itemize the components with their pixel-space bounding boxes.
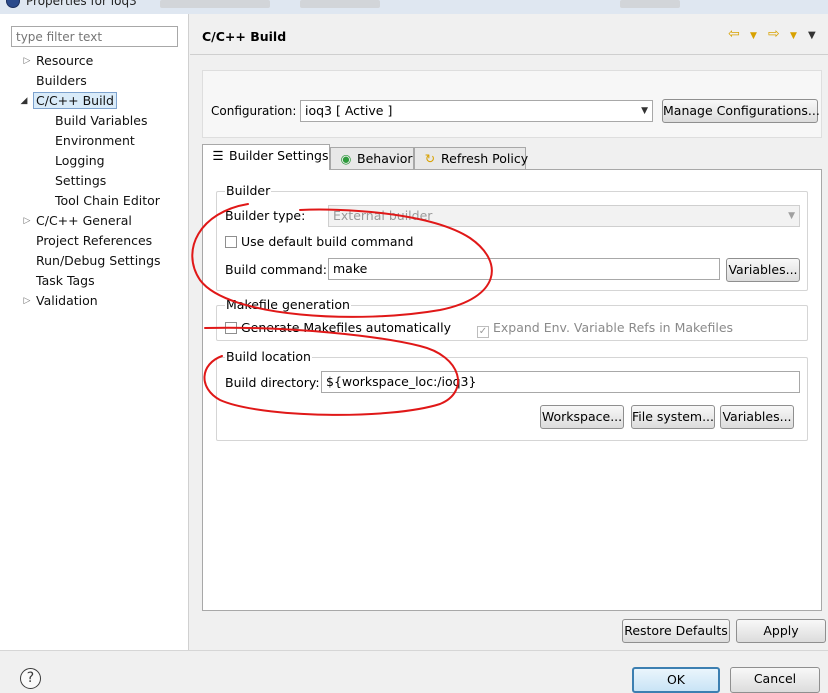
- tab-label: Refresh Policy: [441, 151, 529, 166]
- back-dropdown-icon[interactable]: ▼: [750, 31, 757, 51]
- group-title: Makefile generation: [225, 297, 351, 312]
- expand-arrow-icon[interactable]: ▷: [22, 52, 32, 70]
- forward-arrow-icon[interactable]: ⇨: [768, 26, 780, 46]
- builder-settings-panel: Builder Builder type: External builder ▼…: [202, 169, 822, 611]
- tab-refresh-policy[interactable]: ↻ Refresh Policy: [414, 147, 529, 170]
- builder-type-select[interactable]: External builder ▼: [328, 205, 800, 227]
- back-arrow-icon[interactable]: ⇦: [728, 26, 740, 46]
- build-command-input[interactable]: make: [328, 258, 720, 280]
- radio-icon: ◉: [340, 151, 352, 166]
- help-icon[interactable]: ?: [20, 668, 41, 689]
- tree-item-label: Tool Chain Editor: [55, 193, 160, 208]
- builder-type-label: Builder type:: [225, 208, 306, 223]
- build-directory-input[interactable]: ${workspace_loc:/ioq3}: [321, 371, 800, 393]
- configuration-select[interactable]: ioq3 [ Active ] ▼: [300, 100, 653, 122]
- chevron-down-icon: ▼: [788, 211, 795, 221]
- tree-item-label: C/C++ General: [36, 213, 132, 228]
- forward-dropdown-icon[interactable]: ▼: [790, 31, 797, 51]
- tree-item-label: Task Tags: [36, 273, 95, 288]
- configuration-label: Configuration:: [211, 104, 297, 118]
- tab-builder-settings[interactable]: ☰ Builder Settings: [202, 144, 330, 170]
- cancel-button[interactable]: Cancel: [730, 667, 820, 693]
- tree-item-resource[interactable]: ▷ Resource: [24, 52, 94, 70]
- title-separator: [190, 54, 828, 55]
- tree-item-environment[interactable]: Environment: [55, 132, 135, 150]
- restore-defaults-button[interactable]: Restore Defaults: [622, 619, 730, 643]
- expand-arrow-icon[interactable]: ▷: [22, 212, 32, 230]
- group-title: Builder: [225, 183, 272, 198]
- file-system-button[interactable]: File system...: [631, 405, 715, 429]
- tree-item-build-variables[interactable]: Build Variables: [55, 112, 147, 130]
- configuration-area: Configuration: ioq3 [ Active ] ▼ Manage …: [202, 70, 822, 138]
- blurred-region: [620, 0, 680, 8]
- generate-makefiles-checkbox[interactable]: Generate Makefiles automatically: [225, 320, 451, 335]
- tree-item-label: Builders: [36, 73, 87, 88]
- tree-item-cpp-general[interactable]: ▷ C/C++ General: [24, 212, 132, 230]
- checkbox-label: Use default build command: [241, 234, 414, 249]
- group-title: Build location: [225, 349, 312, 364]
- tree-item-project-references[interactable]: Project References: [36, 232, 152, 250]
- expand-arrow-icon[interactable]: ▷: [22, 292, 32, 310]
- checkbox-label: Generate Makefiles automatically: [241, 320, 452, 335]
- tree-item-label: Logging: [55, 153, 105, 168]
- configuration-value: ioq3 [ Active ]: [305, 103, 393, 118]
- tree-item-label: Build Variables: [55, 113, 148, 128]
- build-command-value: make: [333, 261, 368, 276]
- manage-configurations-button[interactable]: Manage Configurations...: [662, 99, 820, 123]
- list-icon: ☰: [212, 148, 224, 163]
- makefile-generation-group: Makefile generation Generate Makefiles a…: [216, 297, 808, 341]
- blurred-region: [160, 0, 270, 8]
- tree-item-cpp-build[interactable]: ◢ C/C++ Build: [21, 92, 117, 110]
- eclipse-icon: [6, 0, 20, 8]
- view-menu-icon[interactable]: ▼: [808, 30, 816, 50]
- tree-item-validation[interactable]: ▷ Validation: [24, 292, 98, 310]
- ok-button[interactable]: OK: [632, 667, 720, 693]
- checkbox-box[interactable]: [225, 236, 237, 248]
- tab-label: Behavior: [357, 151, 413, 166]
- page-title: C/C++ Build: [202, 29, 287, 44]
- button-bar-separator: [0, 650, 828, 651]
- window-title: Properties for ioq3: [26, 0, 137, 8]
- build-command-label: Build command:: [225, 262, 327, 277]
- checkbox-box[interactable]: [225, 322, 237, 334]
- tree-item-label: Environment: [55, 133, 135, 148]
- build-location-group: Build location Build directory: ${worksp…: [216, 349, 808, 441]
- tree-item-label: C/C++ Build: [33, 92, 117, 109]
- tab-behavior[interactable]: ◉ Behavior: [330, 147, 414, 170]
- tree-item-label: Validation: [36, 293, 98, 308]
- tree-item-logging[interactable]: Logging: [55, 152, 105, 170]
- chevron-down-icon: ▼: [641, 106, 648, 116]
- check-mark-icon[interactable]: ✓: [477, 326, 489, 338]
- workspace-button[interactable]: Workspace...: [540, 405, 624, 429]
- tree-item-label: Resource: [36, 53, 94, 68]
- tree-item-builders[interactable]: Builders: [36, 72, 87, 90]
- title-bar: Properties for ioq3: [0, 0, 828, 14]
- tree-item-settings[interactable]: Settings: [55, 172, 106, 190]
- expand-env-refs-checkbox[interactable]: ✓ Expand Env. Variable Refs in Makefiles: [477, 320, 733, 338]
- builder-group: Builder Builder type: External builder ▼…: [216, 183, 808, 291]
- use-default-build-command-checkbox[interactable]: Use default build command: [225, 234, 413, 249]
- tab-label: Builder Settings: [229, 148, 329, 163]
- tree-item-tool-chain-editor[interactable]: Tool Chain Editor: [55, 192, 160, 210]
- checkbox-label: Expand Env. Variable Refs in Makefiles: [493, 320, 734, 335]
- build-directory-label: Build directory:: [225, 375, 320, 390]
- blurred-region: [300, 0, 380, 8]
- tree-item-task-tags[interactable]: Task Tags: [36, 272, 95, 290]
- apply-button[interactable]: Apply: [736, 619, 826, 643]
- filter-input[interactable]: [11, 26, 178, 47]
- builder-variables-button[interactable]: Variables...: [726, 258, 800, 282]
- refresh-icon: ↻: [424, 151, 436, 166]
- builder-type-value: External builder: [333, 208, 433, 223]
- build-directory-value: ${workspace_loc:/ioq3}: [326, 374, 477, 389]
- property-tree-pane: ▷ Resource Builders ◢ C/C++ Build Build …: [0, 14, 189, 650]
- collapse-arrow-icon[interactable]: ◢: [19, 92, 29, 110]
- tree-item-label: Settings: [55, 173, 107, 188]
- tree-item-label: Run/Debug Settings: [36, 253, 161, 268]
- tree-item-label: Project References: [36, 233, 153, 248]
- location-variables-button[interactable]: Variables...: [720, 405, 794, 429]
- property-page: C/C++ Build ⇦ ▼ ⇨ ▼ ▼ Configuration: ioq…: [190, 14, 828, 650]
- tree-item-run-debug-settings[interactable]: Run/Debug Settings: [36, 252, 161, 270]
